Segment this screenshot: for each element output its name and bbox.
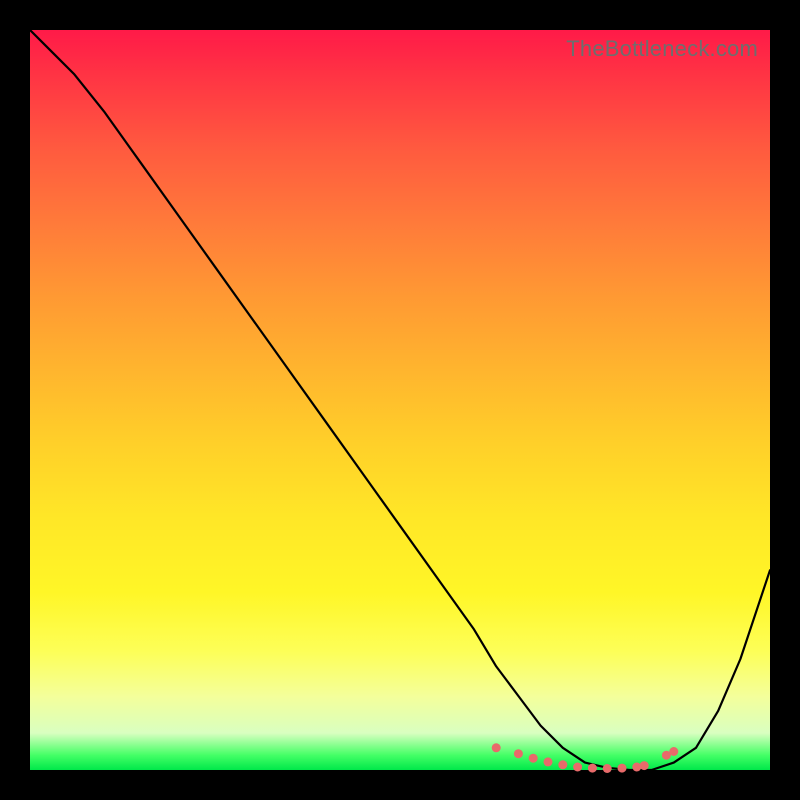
bottleneck-curve [30,30,770,770]
trough-dot [558,760,567,769]
trough-dots [492,743,679,773]
trough-dot [618,764,627,773]
trough-dot [573,763,582,772]
trough-dot [492,743,501,752]
curve-svg [30,30,770,770]
trough-dot [588,764,597,773]
trough-dot [529,754,538,763]
trough-dot [669,747,678,756]
trough-dot [640,761,649,770]
plot-area: TheBottleneck.com [30,30,770,770]
trough-dot [603,764,612,773]
trough-dot [514,749,523,758]
chart-frame: TheBottleneck.com [0,0,800,800]
trough-dot [544,757,553,766]
